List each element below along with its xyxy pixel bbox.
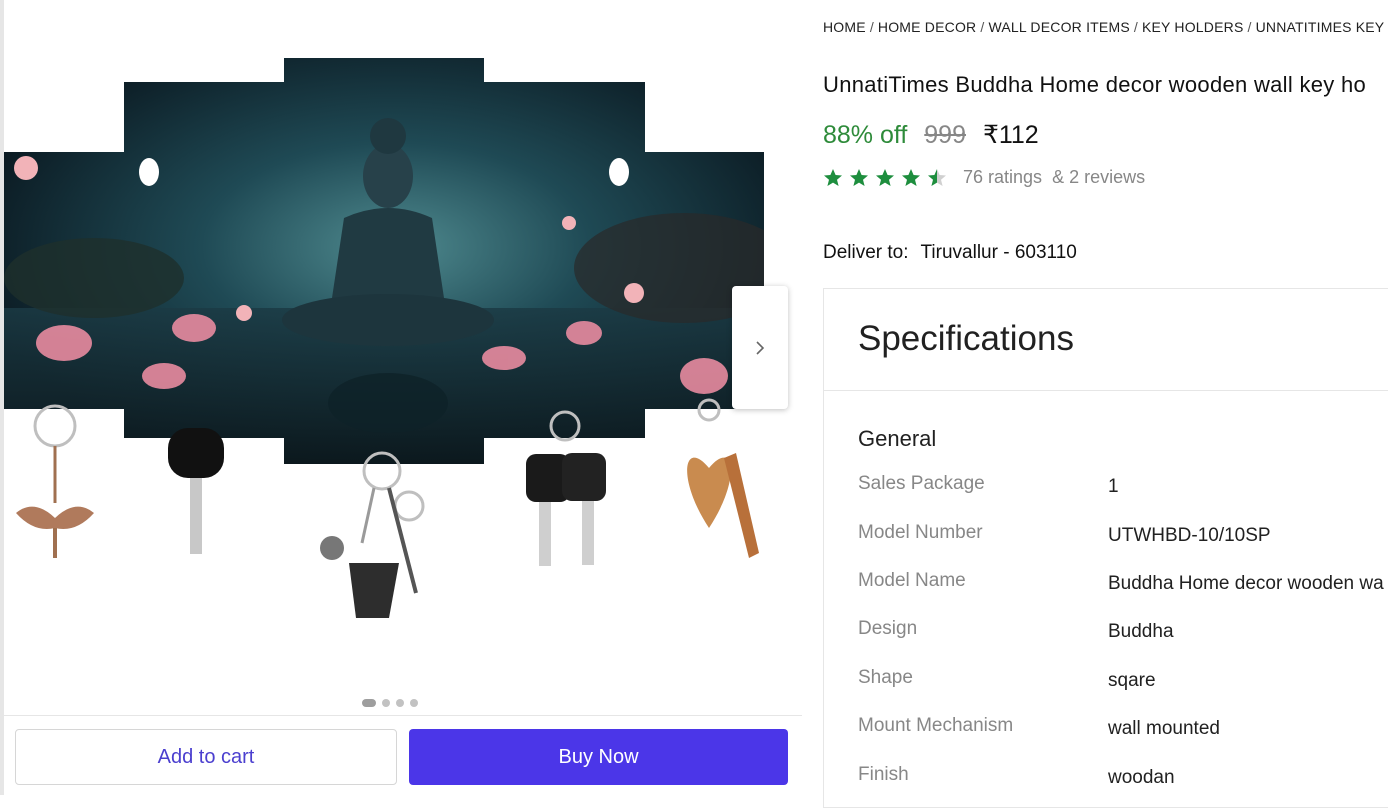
star-rating: [823, 168, 953, 188]
star-icon: [876, 168, 894, 186]
spec-key: Finish: [858, 764, 909, 785]
spec-row: Mount Mechanism wall mounted: [858, 715, 1388, 745]
star-icon: [824, 168, 842, 186]
product-image[interactable]: [4, 58, 786, 633]
next-image-button[interactable]: [732, 286, 788, 409]
spec-value: sqare: [1108, 670, 1156, 691]
half-star-icon: [928, 168, 946, 186]
spec-key: Mount Mechanism: [858, 715, 1014, 736]
spec-value: Buddha Home decor wooden wa: [1108, 573, 1384, 594]
spec-row: Design Buddha: [858, 618, 1388, 648]
selling-price: ₹112: [982, 121, 1039, 149]
original-price: 999: [924, 121, 966, 149]
spec-value: 1: [1108, 476, 1119, 497]
delivery-location: Tiruvallur - 603110: [920, 242, 1077, 263]
discount-percent: 88% off: [823, 121, 908, 149]
add-to-cart-button[interactable]: Add to cart: [15, 729, 397, 785]
product-title: UnnatiTimes Buddha Home decor wooden wal…: [823, 72, 1367, 97]
specifications-title: Specifications: [858, 319, 1074, 358]
spec-value: wall mounted: [1108, 718, 1220, 739]
breadcrumb: HOME / HOME DECOR / WALL DECOR ITEMS / KEY HOL…: [823, 19, 1388, 35]
delivery-info[interactable]: Deliver to: Tiruvallur - 603110: [823, 242, 1077, 264]
breadcrumb-key-holders[interactable]: KEY HOLDERS: [1142, 19, 1244, 35]
spec-row: Finish woodan: [858, 764, 1388, 794]
spec-key: Sales Package: [858, 473, 985, 494]
spec-key: Design: [858, 618, 918, 639]
spec-row: Model Name Buddha Home decor wooden wa: [858, 570, 1388, 600]
spec-row: Shape sqare: [858, 667, 1388, 697]
specifications-panel: Specifications General Sales Package 1 M…: [823, 288, 1388, 808]
gallery-dot[interactable]: [410, 699, 418, 707]
spec-key: Model Name: [858, 570, 966, 591]
gallery-dot-active[interactable]: [362, 699, 376, 707]
price-row: 88% off 999 ₹112: [823, 120, 1039, 150]
breadcrumb-wall-decor-items[interactable]: WALL DECOR ITEMS: [988, 19, 1129, 35]
product-gallery: [4, 0, 804, 715]
rating-row: 76 ratings & 2 reviews: [823, 167, 1145, 188]
buy-now-button[interactable]: Buy Now: [409, 729, 788, 785]
spec-group-general: General: [858, 426, 937, 451]
spec-value: Buddha: [1108, 621, 1174, 642]
spec-value: woodan: [1108, 767, 1175, 788]
spec-row: Model Number UTWHBD-10/10SP: [858, 522, 1388, 552]
spec-divider: [824, 390, 1388, 391]
ratings-count[interactable]: 76 ratings: [963, 167, 1042, 188]
breadcrumb-home[interactable]: HOME: [823, 19, 866, 35]
spec-row: Sales Package 1: [858, 473, 1388, 503]
spec-key: Model Number: [858, 522, 983, 543]
gallery-dot[interactable]: [396, 699, 404, 707]
breadcrumb-product[interactable]: UNNATITIMES KEY HO: [1256, 19, 1388, 35]
star-icon: [902, 168, 920, 186]
star-icon: [850, 168, 868, 186]
reviews-count[interactable]: & 2 reviews: [1052, 167, 1145, 188]
spec-value: UTWHBD-10/10SP: [1108, 525, 1271, 546]
chevron-right-icon: [756, 340, 765, 355]
deliver-label: Deliver to:: [823, 242, 909, 263]
breadcrumb-home-decor[interactable]: HOME DECOR: [878, 19, 976, 35]
gallery-dot[interactable]: [382, 699, 390, 707]
gallery-pagination: [362, 699, 418, 707]
purchase-action-bar: Add to cart Buy Now: [4, 715, 802, 796]
spec-key: Shape: [858, 667, 913, 688]
